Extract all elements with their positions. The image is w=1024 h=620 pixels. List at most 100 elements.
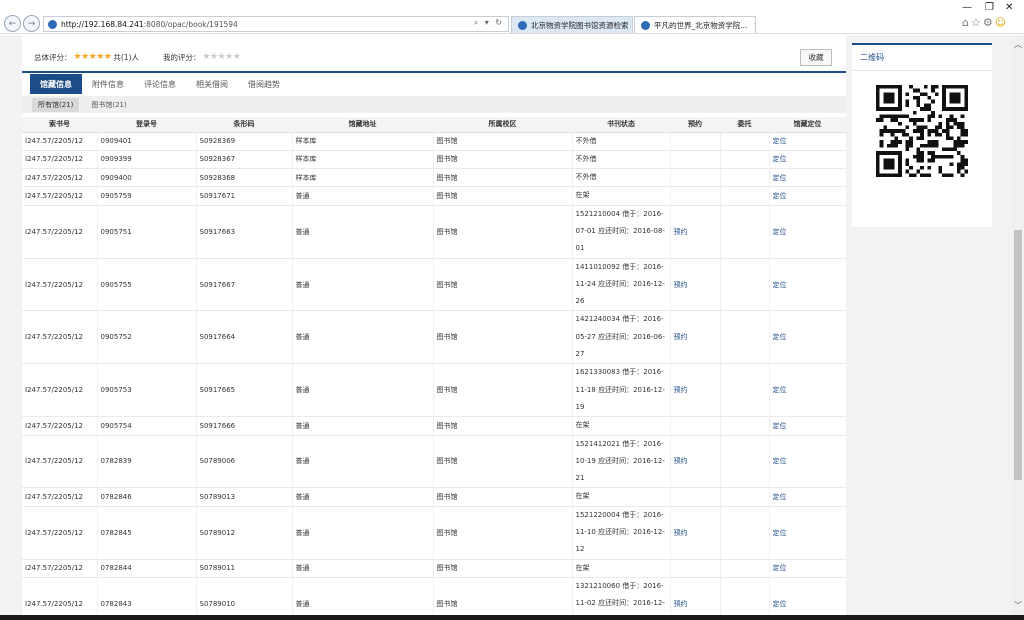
- status-cell: 在架: [572, 416, 671, 436]
- tab-related-loans[interactable]: 相关借阅: [186, 74, 238, 94]
- reserve-link[interactable]: 预约: [670, 435, 721, 489]
- delegate-cell: [720, 363, 770, 418]
- locate-link[interactable]: 定位: [769, 559, 847, 578]
- scroll-down-icon[interactable]: ﹀: [1012, 600, 1024, 611]
- qr-module: [964, 140, 968, 144]
- close-icon[interactable]: ×: [753, 21, 755, 30]
- library-subtabs: 所有馆(21) 图书馆(21): [22, 96, 846, 113]
- qr-module: [890, 118, 895, 122]
- locate-link[interactable]: 定位: [769, 435, 847, 489]
- qr-module: [949, 118, 954, 122]
- qr-module: [938, 121, 943, 126]
- feedback-smiley-icon[interactable]: ☺: [995, 16, 1008, 29]
- locate-link[interactable]: 定位: [769, 577, 847, 615]
- qr-module: [942, 147, 946, 152]
- qr-module: [905, 99, 910, 104]
- registration-number-cell: 0905753: [97, 363, 197, 418]
- table-row: I247.57/2205/12 0909400 S0928368 样本库 图书馆 不外借 定…: [22, 168, 847, 188]
- qr-module: [942, 154, 946, 159]
- qr-module: [909, 85, 913, 89]
- campus-cell: 图书馆: [433, 310, 573, 365]
- status-cell: 1521412021 借于：2016-10-19 应还时间：2016-12-21: [572, 435, 671, 489]
- delegate-cell: [720, 559, 770, 578]
- favorites-star-icon[interactable]: ☆: [971, 16, 983, 29]
- locate-link[interactable]: 定位: [769, 506, 847, 560]
- barcode-cell: S0917667: [196, 258, 293, 312]
- qr-module: [945, 154, 950, 159]
- location-cell: 样本库: [292, 132, 434, 151]
- window-close-icon[interactable]: ✕: [1005, 2, 1013, 13]
- back-button[interactable]: ←: [4, 15, 21, 32]
- qr-module: [920, 125, 924, 130]
- qr-module: [890, 132, 895, 137]
- qr-module: [920, 151, 924, 155]
- locate-link[interactable]: 定位: [769, 168, 847, 188]
- locate-link[interactable]: 定位: [769, 310, 847, 365]
- tab-label: 北京物资学院图书馆资源检索: [531, 20, 629, 30]
- locate-link[interactable]: 定位: [769, 205, 847, 259]
- address-tools[interactable]: ⌕ ▾ ↻: [474, 18, 504, 28]
- campus-cell: 图书馆: [433, 132, 573, 151]
- qr-module: [905, 158, 910, 163]
- qr-module: [927, 96, 932, 100]
- browser-tab-search[interactable]: 北京物资学院图书馆资源检索: [511, 16, 633, 33]
- gear-icon[interactable]: ⚙: [983, 16, 995, 29]
- my-rating-label: 我的评分：: [162, 52, 201, 62]
- scroll-thumb[interactable]: [1014, 230, 1022, 480]
- qr-module: [931, 151, 935, 155]
- locate-link[interactable]: 定位: [769, 258, 847, 312]
- qr-module: [960, 165, 965, 170]
- scroll-up-icon[interactable]: ︿: [1012, 39, 1024, 50]
- locate-link[interactable]: 定位: [769, 416, 847, 436]
- subtab-library[interactable]: 图书馆(21): [85, 98, 132, 112]
- browser-tab-book[interactable]: 平凡的世界_北京物资学院... ×: [634, 16, 756, 33]
- tab-comments[interactable]: 评论信息: [134, 74, 186, 94]
- reserve-link[interactable]: 预约: [670, 577, 721, 615]
- qr-module: [887, 129, 891, 133]
- favorite-button[interactable]: 收藏: [800, 49, 832, 66]
- qr-code-panel: 二维码: [852, 43, 992, 227]
- qr-module: [960, 125, 965, 130]
- qr-module: [927, 107, 932, 111]
- call-number-cell: I247.57/2205/12: [22, 577, 98, 615]
- qr-module: [923, 173, 928, 177]
- tab-holdings[interactable]: 馆藏信息: [30, 74, 82, 94]
- qr-module: [949, 162, 954, 166]
- minimize-icon[interactable]: —: [962, 2, 972, 13]
- my-rating-stars-icon[interactable]: ★★★★★: [202, 52, 240, 62]
- table-row: I247.57/2205/12 0905751 S0917663 普通 图书馆 15212…: [22, 205, 847, 259]
- qr-module: [876, 118, 880, 122]
- registration-number-cell: 0905754: [97, 416, 197, 436]
- tab-loan-trend[interactable]: 借阅趋势: [238, 74, 290, 94]
- reserve-link[interactable]: 预约: [670, 506, 721, 560]
- locate-link[interactable]: 定位: [769, 132, 847, 151]
- barcode-cell: S0928369: [196, 132, 293, 151]
- qr-module: [901, 114, 906, 119]
- qr-module: [927, 143, 932, 148]
- barcode-cell: S0917663: [196, 205, 293, 259]
- qr-module: [883, 129, 888, 133]
- page-scrollbar[interactable]: ︿ ﹀: [1012, 35, 1024, 615]
- qr-module: [920, 136, 924, 141]
- reserve-link[interactable]: 预约: [670, 363, 721, 418]
- column-header: 所属校区: [433, 117, 572, 133]
- forward-button[interactable]: →: [23, 15, 40, 32]
- reserve-link[interactable]: 预约: [670, 310, 721, 365]
- tab-attachments[interactable]: 附件信息: [82, 74, 134, 94]
- locate-link[interactable]: 定位: [769, 186, 847, 206]
- locate-link[interactable]: 定位: [769, 363, 847, 418]
- locate-link[interactable]: 定位: [769, 487, 847, 507]
- barcode-cell: S0789011: [196, 559, 293, 578]
- arrow-right-icon: →: [27, 18, 36, 29]
- subtab-all-libraries[interactable]: 所有馆(21): [32, 97, 80, 112]
- maximize-icon[interactable]: ❐: [985, 2, 994, 13]
- home-icon[interactable]: ⌂: [962, 16, 971, 29]
- qr-module: [916, 88, 921, 93]
- reserve-link[interactable]: 预约: [670, 205, 721, 259]
- address-bar[interactable]: http://192.168.84.241 :8080/opac/book/19…: [43, 16, 509, 32]
- qr-module: [934, 132, 939, 137]
- reserve-link[interactable]: 预约: [670, 258, 721, 312]
- locate-link[interactable]: 定位: [769, 150, 847, 170]
- qr-module: [949, 136, 954, 141]
- qr-module: [927, 173, 932, 177]
